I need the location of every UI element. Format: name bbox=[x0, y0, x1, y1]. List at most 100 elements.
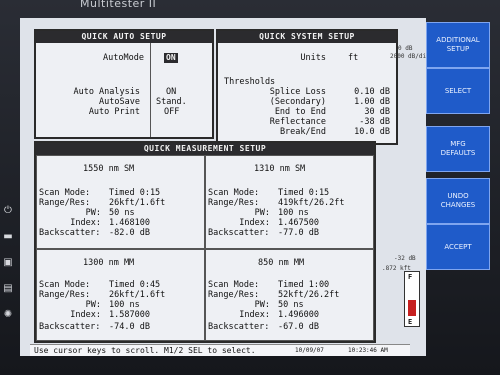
reflectance-label: Reflectance bbox=[269, 117, 326, 127]
index-label: Index: bbox=[70, 310, 101, 320]
battery-full-label: F bbox=[408, 273, 413, 281]
auto-mode-value[interactable]: ON bbox=[164, 53, 178, 63]
scan-mode-label: Scan Mode: bbox=[39, 188, 91, 198]
auto-mode-label: AutoMode bbox=[103, 53, 144, 63]
scan-mode-label: Scan Mode: bbox=[39, 280, 91, 290]
scale-readout: 2000 dB/div bbox=[390, 53, 430, 60]
range-res-value[interactable]: 52kft/26.2ft bbox=[278, 290, 339, 300]
wavelength-name: 1310 nm SM bbox=[254, 164, 306, 174]
scan-mode-label: Scan Mode: bbox=[208, 280, 260, 290]
wavelength-cell-1550[interactable]: 1550 nm SM Scan Mode: Timed 0:15 Range/R… bbox=[36, 155, 205, 249]
mfg-defaults-button[interactable]: MFG DEFAULTS bbox=[426, 126, 490, 172]
status-time: 10:23:46 AM bbox=[348, 347, 388, 354]
accept-button[interactable]: ACCEPT bbox=[426, 224, 490, 270]
backscatter-label: Backscatter: bbox=[39, 228, 101, 238]
splice-loss-label: Splice Loss bbox=[269, 87, 326, 97]
neg-db-readout: -32 dB bbox=[394, 255, 416, 262]
wavelength-name: 850 nm MM bbox=[258, 258, 305, 268]
wavelength-cell-850[interactable]: 850 nm MM Scan Mode: Timed 1:00 Range/Re… bbox=[205, 249, 374, 341]
index-value[interactable]: 1.496000 bbox=[278, 310, 319, 320]
device-brand: Multitester II bbox=[80, 0, 157, 10]
auto-analysis-label: Auto Analysis bbox=[73, 87, 140, 97]
panel-title: QUICK AUTO SETUP bbox=[36, 31, 212, 43]
range-res-label: Range/Res: bbox=[39, 290, 91, 300]
screen-content: QUICK AUTO SETUP AutoMode ON Auto Analys… bbox=[28, 23, 430, 345]
autosave-label: AutoSave bbox=[99, 97, 140, 107]
pw-value[interactable]: 50 ns bbox=[109, 208, 135, 218]
auto-print-label: Auto Print bbox=[88, 107, 140, 117]
wavelength-name: 1550 nm SM bbox=[83, 164, 135, 174]
auto-print-value[interactable]: OFF bbox=[164, 107, 179, 117]
panel-title: QUICK SYSTEM SETUP bbox=[218, 31, 396, 43]
column-divider bbox=[150, 43, 151, 137]
index-label: Index: bbox=[70, 218, 101, 228]
scan-mode-value[interactable]: Timed 0:45 bbox=[109, 280, 160, 290]
end-to-end-value[interactable]: 30 dB bbox=[364, 107, 390, 117]
range-res-value[interactable]: 419kft/26.2ft bbox=[278, 198, 345, 208]
scan-mode-value[interactable]: Timed 0:15 bbox=[109, 188, 160, 198]
backscatter-value[interactable]: -77.0 dB bbox=[278, 228, 319, 238]
thresholds-label: Thresholds bbox=[224, 77, 276, 87]
backscatter-value[interactable]: -67.0 dB bbox=[278, 322, 319, 332]
splice-loss-value[interactable]: 0.10 dB bbox=[354, 87, 390, 97]
autosave-value[interactable]: Stand. bbox=[156, 97, 187, 107]
break-end-value[interactable]: 10.0 dB bbox=[354, 127, 390, 137]
range-res-value[interactable]: 26kft/1.6ft bbox=[109, 198, 165, 208]
wavelength-cell-1300[interactable]: 1300 nm MM Scan Mode: Timed 0:45 Range/R… bbox=[36, 249, 205, 341]
save-icon[interactable]: ▣ bbox=[2, 257, 14, 269]
pw-label: PW: bbox=[254, 208, 270, 218]
secondary-value[interactable]: 1.00 dB bbox=[354, 97, 390, 107]
range-res-label: Range/Res: bbox=[208, 290, 260, 300]
chart-icon[interactable]: ▤ bbox=[2, 283, 14, 295]
additional-setup-button[interactable]: ADDITIONAL SETUP bbox=[426, 22, 490, 68]
softkey-column: ADDITIONAL SETUP SELECT MFG DEFAULTS UND… bbox=[426, 22, 492, 352]
scan-mode-value[interactable]: Timed 1:00 bbox=[278, 280, 329, 290]
select-button[interactable]: SELECT bbox=[426, 68, 490, 114]
wavelength-cell-1310[interactable]: 1310 nm SM Scan Mode: Timed 0:15 Range/R… bbox=[205, 155, 374, 249]
quick-system-setup-panel: QUICK SYSTEM SETUP Units ft Thresholds S… bbox=[216, 29, 398, 145]
undo-changes-button[interactable]: UNDO CHANGES bbox=[426, 178, 490, 224]
status-date: 10/09/07 bbox=[295, 347, 324, 354]
secondary-label: (Secondary) bbox=[269, 97, 326, 107]
range-res-label: Range/Res: bbox=[208, 198, 260, 208]
units-label: Units bbox=[300, 53, 326, 63]
index-label: Index: bbox=[239, 218, 270, 228]
battery-level-fill bbox=[408, 300, 416, 316]
scan-mode-label: Scan Mode: bbox=[208, 188, 260, 198]
units-value[interactable]: ft bbox=[348, 53, 358, 63]
top-db-readout: 0 dB bbox=[398, 45, 413, 52]
brightness-icon[interactable]: ✺ bbox=[2, 309, 14, 321]
power-icon[interactable]: ⏻ bbox=[2, 205, 14, 217]
pw-label: PW: bbox=[85, 208, 101, 218]
backscatter-label: Backscatter: bbox=[208, 322, 270, 332]
backscatter-value[interactable]: -82.0 dB bbox=[109, 228, 150, 238]
index-value[interactable]: 1.587000 bbox=[109, 310, 150, 320]
wavelength-name: 1300 nm MM bbox=[83, 258, 135, 268]
backscatter-label: Backscatter: bbox=[208, 228, 270, 238]
pw-value[interactable]: 50 ns bbox=[278, 300, 304, 310]
index-label: Index: bbox=[239, 310, 270, 320]
battery-empty-label: E bbox=[408, 318, 413, 326]
pw-label: PW: bbox=[254, 300, 270, 310]
reflectance-value[interactable]: -38 dB bbox=[359, 117, 390, 127]
minus-icon[interactable]: ▬ bbox=[2, 231, 14, 243]
range-res-value[interactable]: 26kft/1.6ft bbox=[109, 290, 165, 300]
panel-title: QUICK MEASUREMENT SETUP bbox=[36, 143, 374, 155]
side-icon-column: ⏻ ▬ ▣ ▤ ✺ bbox=[0, 205, 16, 335]
quick-auto-setup-panel: QUICK AUTO SETUP AutoMode ON Auto Analys… bbox=[34, 29, 214, 139]
index-value[interactable]: 1.468100 bbox=[109, 218, 150, 228]
quick-measurement-setup-panel: QUICK MEASUREMENT SETUP 1550 nm SM Scan … bbox=[34, 141, 376, 343]
battery-gauge: F E bbox=[404, 271, 420, 327]
end-to-end-label: End to End bbox=[274, 107, 326, 117]
index-value[interactable]: 1.467500 bbox=[278, 218, 319, 228]
scan-mode-value[interactable]: Timed 0:15 bbox=[278, 188, 329, 198]
auto-analysis-value[interactable]: ON bbox=[166, 87, 176, 97]
backscatter-value[interactable]: -74.0 dB bbox=[109, 322, 150, 332]
screen: QUICK AUTO SETUP AutoMode ON Auto Analys… bbox=[20, 18, 430, 356]
pw-value[interactable]: 100 ns bbox=[278, 208, 309, 218]
range-res-label: Range/Res: bbox=[39, 198, 91, 208]
status-bar: Use cursor keys to scroll. M1/2 SEL to s… bbox=[30, 344, 410, 356]
pw-value[interactable]: 100 ns bbox=[109, 300, 140, 310]
break-end-label: Break/End bbox=[279, 127, 326, 137]
status-hint: Use cursor keys to scroll. M1/2 SEL to s… bbox=[34, 346, 256, 355]
